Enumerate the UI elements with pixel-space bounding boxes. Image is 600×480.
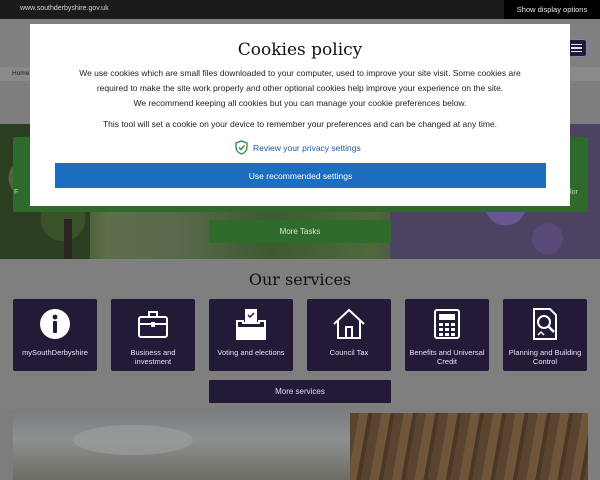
service-tile-business[interactable]: Business and investment [111,299,195,371]
show-display-options-button[interactable]: Show display options [504,0,600,19]
cookie-intro-line: We recommend keeping all cookies but you… [133,98,467,108]
use-recommended-settings-button[interactable]: Use recommended settings [55,163,546,188]
hamburger-icon-line [570,47,582,49]
document-search-icon [528,307,562,341]
service-tile-label: Council Tax [329,348,369,357]
top-utility-bar: www.southderbyshire.gov.uk Show display … [0,0,600,19]
photo-wooden-structure [350,413,588,480]
calculator-icon [430,307,464,341]
service-tile-label: Voting and elections [217,348,285,357]
breadcrumb-home-link[interactable]: Home [12,70,29,77]
hero-task-text-left: F [14,189,19,196]
cookie-dialog-title: Cookies policy [237,40,363,60]
our-services-section: Our services mySouthDerbyshire Business … [0,259,600,409]
service-tile-label: Benefits and Universal Credit [409,348,485,366]
photo-cloud [73,425,193,455]
service-tile-benefits[interactable]: Benefits and Universal Credit [405,299,489,371]
service-tile-mysouthderbyshire[interactable]: mySouthDerbyshire [13,299,97,371]
site-url: www.southderbyshire.gov.uk [20,5,109,12]
service-tile-planning[interactable]: Planning and Building Control [503,299,587,371]
cookie-intro-line: We use cookies which are small files dow… [79,68,521,78]
hero-fence-post [64,219,72,259]
briefcase-icon [136,307,170,341]
more-tasks-button[interactable]: More Tasks [209,220,391,243]
cookie-dialog-note: This tool will set a cookie on your devi… [102,119,498,129]
hamburger-icon-line [570,50,582,53]
info-icon [38,307,72,341]
cookie-policy-dialog: Cookies policy We use cookies which are … [30,24,570,206]
services-heading: Our services [248,270,352,289]
house-icon [332,307,366,341]
service-tile-label: Business and investment [130,348,176,366]
review-privacy-settings-label: Review your privacy settings [253,142,361,153]
feature-photo [13,413,588,480]
shield-check-icon [235,140,248,155]
review-privacy-settings-link[interactable]: Review your privacy settings [235,140,361,155]
hamburger-icon [570,43,582,46]
service-tile-label: mySouthDerbyshire [22,348,88,357]
cookie-dialog-intro: We use cookies which are small files dow… [50,66,550,111]
service-tile-council-tax[interactable]: Council Tax [307,299,391,371]
hero-task-text-right: lor [570,189,578,196]
cookie-intro-line: required to make the site work properly … [96,83,504,93]
more-services-button[interactable]: More services [209,380,391,403]
service-tile-voting[interactable]: Voting and elections [209,299,293,371]
ballot-box-icon [234,307,268,341]
service-tile-label: Planning and Building Control [508,348,582,366]
